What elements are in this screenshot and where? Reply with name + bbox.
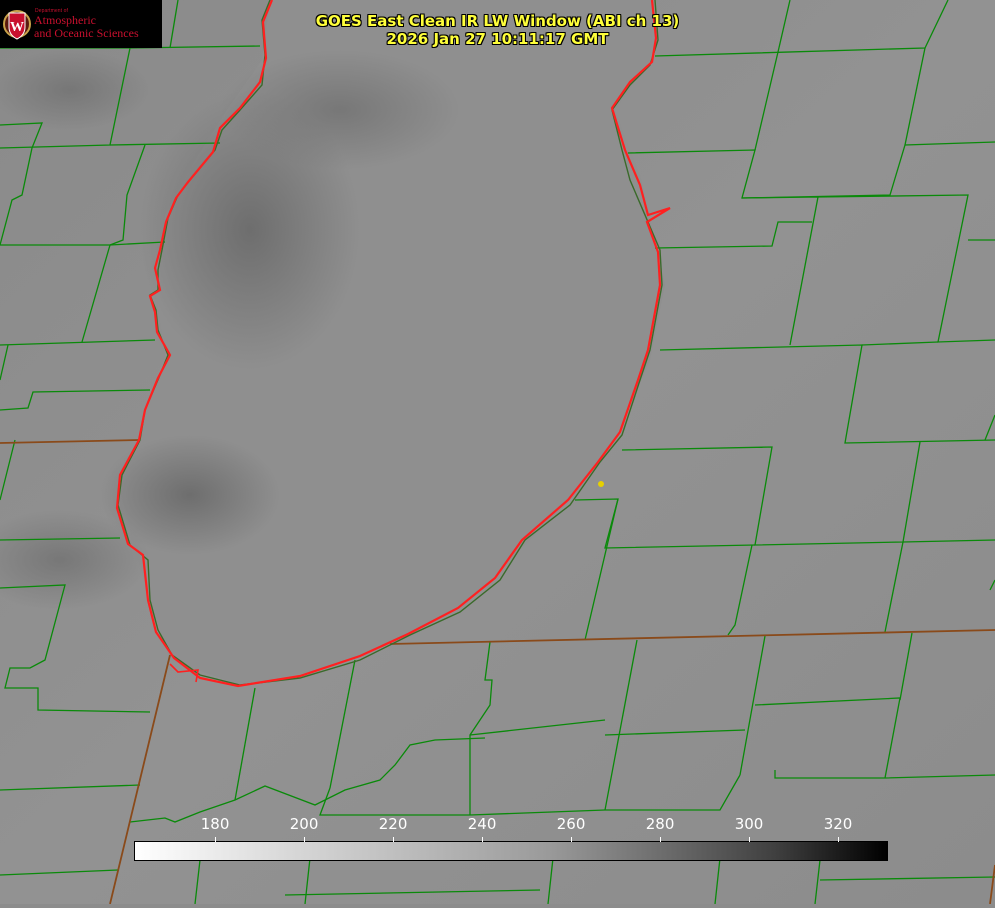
colorbar-tick-mark: [838, 837, 840, 842]
colorbar-tick-mark: [215, 837, 217, 842]
colorbar-tick-label: 240: [467, 815, 497, 833]
colorbar-tick-mark: [749, 837, 751, 842]
colorbar-tick-mark: [571, 837, 573, 842]
colorbar-tick-label: 180: [200, 815, 230, 833]
colorbar-tick-mark: [393, 837, 395, 842]
colorbar-tick-mark: [482, 837, 484, 842]
station-marker: [598, 481, 604, 487]
colorbar-tick-label: 220: [378, 815, 408, 833]
colorbar-tick-label: 280: [645, 815, 675, 833]
colorbar-tick-label: 320: [823, 815, 853, 833]
image-timestamp: 2026 Jan 27 10:11:17 GMT: [386, 30, 609, 48]
colorbar-tick-mark: [304, 837, 306, 842]
colorbar-tick-label: 300: [734, 815, 764, 833]
colorbar-tick-label: 260: [556, 815, 586, 833]
map-canvas: [0, 0, 995, 905]
satellite-map: W Department of Atmospheric and Oceanic …: [0, 0, 995, 905]
colorbar-tick-label: 200: [289, 815, 319, 833]
image-title: GOES East Clean IR LW Window (ABI ch 13): [315, 12, 680, 30]
cloud-patch: [220, 50, 460, 170]
colorbar: [134, 841, 888, 861]
colorbar-tick-mark: [660, 837, 662, 842]
